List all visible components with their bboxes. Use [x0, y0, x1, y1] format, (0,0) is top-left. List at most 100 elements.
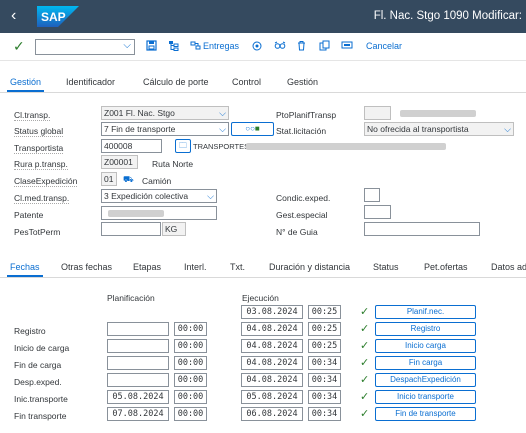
tab-datos-ad[interactable]: Datos ad	[491, 262, 526, 272]
planif-exec-date[interactable]: 03.08.2024	[241, 305, 303, 319]
patente-field[interactable]	[101, 206, 217, 220]
exec-date-field[interactable]: 04.08.2024	[241, 322, 303, 336]
rura-desc: Ruta Norte	[152, 159, 194, 169]
exec-time-field[interactable]: 00:34	[308, 356, 341, 370]
tab-control[interactable]: Control	[232, 77, 261, 87]
clase-exped-field[interactable]: 01	[101, 172, 117, 186]
chevron-down-icon[interactable]: ⌵	[123, 40, 131, 51]
exec-date-field[interactable]: 04.08.2024	[241, 373, 303, 387]
date-action-button[interactable]: Fin carga	[375, 356, 476, 370]
redacted-text	[246, 143, 446, 150]
hierarchy-icon[interactable]	[167, 40, 180, 53]
chevron-down-icon[interactable]: ⌵	[219, 123, 226, 135]
exec-time-field[interactable]: 00:25	[308, 322, 341, 336]
redacted-text	[400, 110, 476, 117]
tab-identificador[interactable]: Identificador	[66, 77, 115, 87]
date-action-button[interactable]: DespachExpedición	[375, 373, 476, 387]
cancelar-button[interactable]: Cancelar	[366, 41, 402, 51]
rura-field[interactable]: Z00001	[101, 155, 138, 169]
truck-icon[interactable]	[250, 40, 263, 53]
glasses-icon[interactable]	[273, 40, 286, 53]
ptoplanif-field[interactable]	[364, 106, 391, 120]
num-guia-field[interactable]	[364, 222, 480, 236]
header-tabs: Gestión Identificador Cálculo de porte C…	[0, 73, 526, 93]
plan-time-field[interactable]: 00:00	[174, 407, 207, 421]
exec-time-field[interactable]: 00:34	[308, 373, 341, 387]
exec-date-field[interactable]: 04.08.2024	[241, 356, 303, 370]
exec-date-field[interactable]: 06.08.2024	[241, 407, 303, 421]
cltransp-label: Cl.transp.	[14, 110, 51, 121]
tab-gestion-2[interactable]: Gestión	[287, 77, 318, 87]
date-action-button[interactable]: Registro	[375, 322, 476, 336]
save-icon[interactable]	[145, 40, 158, 53]
exec-date-field[interactable]: 05.08.2024	[241, 390, 303, 404]
transportista-label: Transportista	[14, 143, 64, 154]
command-field[interactable]: ⌵	[35, 39, 135, 55]
planif-nec-button[interactable]: Planif.nec.	[375, 305, 476, 319]
date-action-button[interactable]: Inicio carga	[375, 339, 476, 353]
exec-time-field[interactable]: 00:34	[308, 407, 341, 421]
exec-time-field[interactable]: 00:34	[308, 390, 341, 404]
clase-exped-label: ClaseExpedición	[14, 176, 78, 187]
planificacion-header: Planificación	[107, 293, 155, 303]
plan-date-field[interactable]: 07.08.2024	[107, 407, 169, 421]
transportista-field[interactable]: 400008	[101, 139, 162, 153]
entregas-button[interactable]: Entregas	[203, 41, 239, 51]
chevron-down-icon[interactable]: ⌵	[207, 190, 214, 202]
tab-fechas[interactable]: Fechas	[7, 262, 42, 277]
plan-date-field[interactable]	[107, 322, 169, 336]
plan-time-field[interactable]: 00:00	[174, 390, 207, 404]
tab-duracion[interactable]: Duración y distancia	[269, 262, 350, 272]
plan-time-field[interactable]: 00:00	[174, 373, 207, 387]
date-row-label: Fin transporte	[14, 411, 67, 421]
condic-field[interactable]	[364, 188, 380, 202]
pestotperm-unit[interactable]: KG	[162, 222, 186, 236]
exec-date-field[interactable]: 04.08.2024	[241, 339, 303, 353]
tab-pet-ofertas[interactable]: Pet.ofertas	[424, 262, 468, 272]
plan-time-field[interactable]: 00:00	[174, 339, 207, 353]
check-icon: ✓	[360, 357, 370, 369]
entregas-icon[interactable]	[189, 40, 202, 53]
date-action-button[interactable]: Inicio transporte	[375, 390, 476, 404]
tab-txt[interactable]: Txt.	[230, 262, 245, 272]
plan-date-field[interactable]	[107, 373, 169, 387]
date-action-button[interactable]: Fin de transporte	[375, 407, 476, 421]
chevron-down-icon[interactable]: ⌵	[504, 123, 511, 135]
check-icon: ✓	[360, 391, 370, 403]
check-icon: ✓	[360, 306, 370, 318]
plan-date-field[interactable]	[107, 356, 169, 370]
business-card-icon[interactable]: 🗀	[175, 139, 191, 153]
status-indicator-button[interactable]: ○○■	[231, 122, 274, 136]
pestotperm-field[interactable]	[101, 222, 161, 236]
condic-label: Condic.exped.	[276, 193, 331, 203]
copy-icon[interactable]	[318, 40, 331, 53]
status-global-label: Status global	[14, 126, 64, 137]
plan-date-field[interactable]	[107, 339, 169, 353]
cltransp-field[interactable]: Z001 Fl. Nac. Stgo ⌵	[101, 106, 229, 120]
status-global-field[interactable]: 7 Fin de transporte ⌵	[101, 122, 229, 136]
plan-time-field[interactable]: 00:00	[174, 322, 207, 336]
gest-especial-field[interactable]	[364, 205, 391, 219]
num-guia-label: N° de Guia	[276, 227, 318, 237]
exec-time-field[interactable]: 00:25	[308, 339, 341, 353]
stat-licitacion-field[interactable]: No ofrecida al transportista ⌵	[364, 122, 514, 136]
date-row-label: Fin de carga	[14, 360, 62, 370]
tab-etapas[interactable]: Etapas	[133, 262, 161, 272]
check-icon: ✓	[360, 323, 370, 335]
delete-icon[interactable]	[295, 40, 308, 53]
planif-exec-time[interactable]: 00:25	[308, 305, 341, 319]
clmed-field[interactable]: 3 Expedición colectiva ⌵	[101, 189, 217, 203]
tab-gestion[interactable]: Gestión	[6, 77, 45, 92]
plan-date-field[interactable]: 05.08.2024	[107, 390, 169, 404]
sap-logo: SAP	[37, 6, 79, 27]
tab-otras-fechas[interactable]: Otras fechas	[61, 262, 112, 272]
tab-calculo-porte[interactable]: Cálculo de porte	[143, 77, 209, 87]
chevron-down-icon[interactable]: ⌵	[219, 107, 226, 119]
tab-status[interactable]: Status	[373, 262, 399, 272]
display-icon[interactable]	[340, 40, 353, 53]
shell-bar: ‹ SAP Fl. Nac. Stgo 1090 Modificar:	[0, 0, 526, 33]
confirm-check-icon[interactable]: ✓	[13, 38, 25, 55]
tab-interl[interactable]: Interl.	[184, 262, 207, 272]
back-icon[interactable]: ‹	[11, 7, 25, 25]
plan-time-field[interactable]: 00:00	[174, 356, 207, 370]
